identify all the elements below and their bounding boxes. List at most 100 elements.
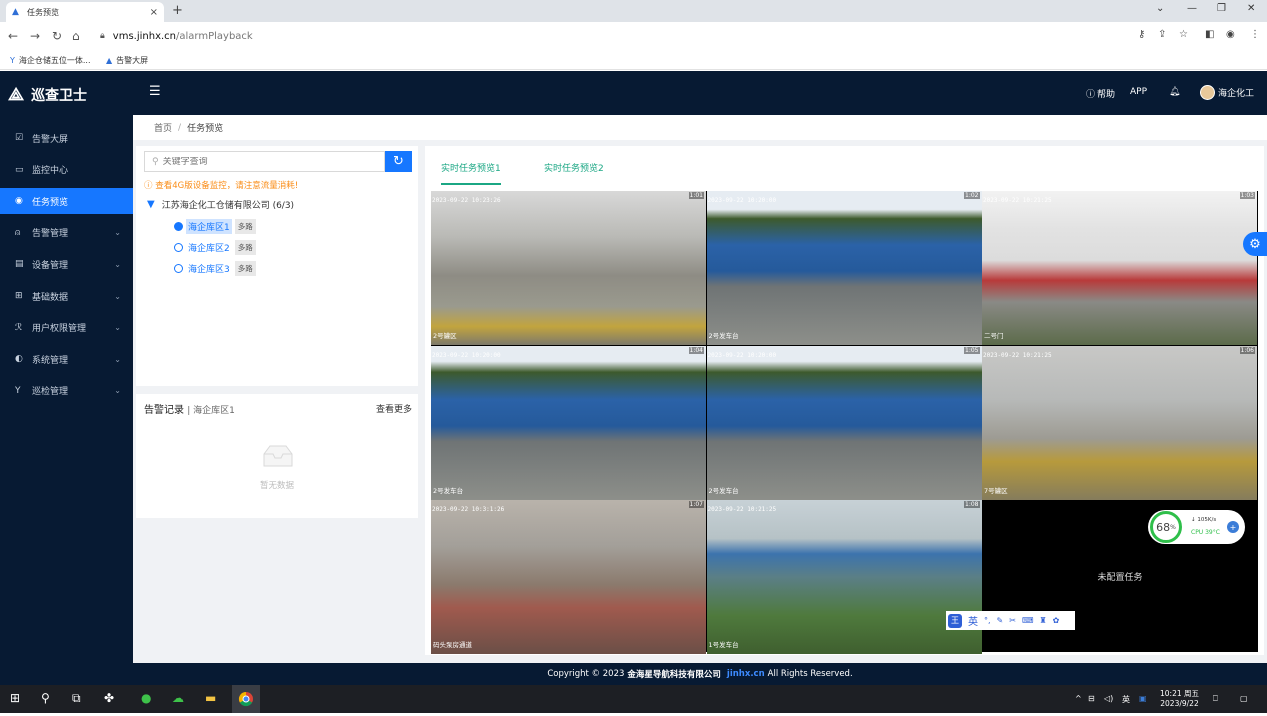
camera-feed[interactable]: 2023-09-22 10:21:25 7号罐区 1:06 — [982, 345, 1257, 500]
sidebar-item-label: 任务预览 — [32, 197, 69, 208]
bookmark-item[interactable]: Y 海企仓储五位一体... — [10, 55, 91, 66]
app-link[interactable]: APP — [1130, 87, 1147, 97]
windows-start-icon[interactable]: ⊞ — [10, 691, 20, 705]
menu-dots-icon[interactable]: ⋮ — [1250, 29, 1260, 40]
sidebar-item[interactable]: ◉ 任务预览 — [0, 188, 133, 215]
breadcrumb-home[interactable]: 首页 — [154, 121, 172, 134]
tab-search-icon[interactable]: ⌄ — [1156, 3, 1164, 14]
ime-scissors-icon[interactable]: ✂ — [1009, 616, 1016, 625]
bookmark-item[interactable]: ▲ 告警大屏 — [106, 55, 148, 66]
chevron-down-icon[interactable]: ⌄ — [114, 292, 121, 301]
sidebar-item[interactable]: ⍝ 告警管理 ⌄ — [0, 220, 133, 246]
footer-link[interactable]: jinhx.cn — [727, 669, 765, 679]
minimize-icon[interactable]: — — [1187, 3, 1197, 14]
ime-settings-icon[interactable]: ✿ — [1053, 616, 1060, 625]
app-green-icon[interactable]: ● — [141, 691, 151, 705]
user-menu[interactable]: 海企化工 — [1200, 85, 1254, 100]
sidebar-item[interactable]: ▭ 监控中心 — [0, 157, 133, 183]
back-icon[interactable]: ← — [8, 29, 18, 43]
tab-close-icon[interactable]: × — [150, 7, 158, 18]
radio-icon[interactable] — [174, 243, 183, 252]
camera-feed[interactable]: 2023-09-22 10:23:26 2号罐区 1:01 — [431, 191, 706, 345]
camera-feed[interactable]: 2023-09-22 10:21:25 1号发车台 1:08 — [706, 500, 982, 654]
home-icon[interactable]: ⌂ — [72, 29, 80, 43]
profile-icon[interactable]: ◉ — [1226, 29, 1235, 40]
tray-volume-icon[interactable]: ◁) — [1104, 694, 1113, 703]
ime-shirt-icon[interactable]: ♜ — [1040, 616, 1047, 625]
address-bar: ← → ↻ ⌂ 🔒︎ vms.jinhx.cn /alarmPlayback ⚷… — [0, 22, 1267, 50]
camera-feed[interactable]: 2023-09-22 10:21:25 二号门 1:03 — [982, 191, 1257, 345]
star-icon[interactable]: ☆ — [1179, 29, 1188, 40]
ime-mode[interactable]: 英 — [968, 613, 978, 628]
notification-center-icon[interactable]: ▢ — [1240, 694, 1248, 703]
chrome-taskbar-button[interactable] — [232, 685, 260, 713]
cpu-usage-ring: 68% — [1150, 511, 1182, 543]
task-view-icon[interactable]: ⧉ — [72, 691, 81, 706]
key-icon[interactable]: ⚷ — [1138, 29, 1145, 40]
window-close-icon[interactable]: ✕ — [1247, 3, 1255, 14]
tree-node[interactable]: 海企库区1 多路 — [174, 219, 256, 234]
tray-ime-icon[interactable]: ▣ — [1139, 694, 1147, 703]
chevron-down-icon[interactable]: ⌄ — [114, 260, 121, 269]
reload-icon[interactable]: ↻ — [52, 29, 62, 43]
ime-keyboard-icon[interactable]: ⌨ — [1022, 616, 1034, 625]
help-link[interactable]: ⓘ 帮助 — [1086, 87, 1115, 100]
alarm-subtitle: | 海企库区1 — [187, 406, 235, 416]
tab-realtime-preview-2[interactable]: 实时任务预览2 — [544, 161, 604, 174]
url-field[interactable]: 🔒︎ vms.jinhx.cn /alarmPlayback — [92, 26, 1132, 46]
tree-node-label: 海企库区3 — [188, 265, 230, 275]
ime-pen-icon[interactable]: ✎ — [997, 616, 1004, 625]
tree-node[interactable]: 海企库区2 多路 — [174, 240, 256, 255]
caret-down-icon[interactable]: ▼ — [147, 199, 155, 210]
warning-text: 查看4G版设备监控，请注意流量消耗! — [155, 181, 299, 191]
tray-network-icon[interactable]: ⊟ — [1088, 694, 1095, 703]
sidebar-item[interactable]: ◐ 系统管理 ⌄ — [0, 346, 133, 372]
cpu-monitor-widget[interactable]: 68% ↓ 105K/s CPU 39°C + — [1148, 510, 1245, 544]
search-input[interactable] — [162, 156, 363, 167]
system-clock[interactable]: 10:21 周五 2023/9/22 — [1160, 689, 1199, 709]
wechat-icon[interactable]: ☁ — [172, 691, 184, 705]
chevron-down-icon[interactable]: ⌄ — [114, 355, 121, 364]
settings-float-button[interactable]: ⚙ — [1243, 232, 1267, 256]
chevron-down-icon[interactable]: ⌄ — [114, 323, 121, 332]
file-explorer-icon[interactable]: ▬ — [205, 691, 216, 705]
sidepanel-icon[interactable]: ◧ — [1205, 29, 1214, 40]
new-tab-button[interactable]: + — [172, 3, 183, 18]
menu-toggle-icon[interactable]: ☰ — [149, 84, 161, 99]
maximize-icon[interactable]: ❐ — [1217, 3, 1226, 14]
tray-keyboard-icon[interactable]: ⎕ — [1213, 694, 1218, 704]
share-icon[interactable]: ⇪ — [1158, 29, 1166, 40]
radio-icon[interactable] — [174, 264, 183, 273]
tab-realtime-preview-1[interactable]: 实时任务预览1 — [441, 161, 501, 185]
camera-feed[interactable]: 2023-09-22 10:20:00 2号发车台 1:02 — [706, 191, 982, 345]
tree-root-node[interactable]: ▼ 江苏海企化工仓储有限公司 (6/3) — [147, 198, 294, 211]
sidebar-item[interactable]: ⊞ 基础数据 ⌄ — [0, 283, 133, 309]
sidebar-item[interactable]: Y 巡检管理 ⌄ — [0, 378, 133, 404]
tray-chevron-icon[interactable]: ^ — [1075, 694, 1082, 703]
tray-lang[interactable]: 英 — [1122, 694, 1130, 705]
ime-toolbar[interactable]: 王 英 °, ✎ ✂ ⌨ ♜ ✿ — [946, 611, 1075, 630]
main-content: 首页 / 任务预览 ⚲ ↻ ⓘ 查看4G版设备监控，请注意流量消耗! ▼ 江苏海… — [133, 115, 1267, 663]
camera-feed[interactable]: 2023-09-22 10:20:00 2号发车台 1:05 — [706, 345, 982, 500]
camera-feed[interactable]: 2023-09-22 10:3:1:26 码头泵房通道 1:07 — [431, 500, 706, 654]
search-field[interactable]: ⚲ — [144, 151, 385, 172]
view-more-link[interactable]: 查看更多 — [376, 402, 412, 415]
notification-bell-icon[interactable]: 🔔︎ — [1169, 87, 1180, 97]
sidebar-item[interactable]: ℛ 用户权限管理 ⌄ — [0, 315, 133, 341]
browser-tab[interactable]: ▲ 任务预览 × — [6, 2, 164, 22]
camera-feed[interactable]: 2023-09-22 10:20:00 2号发车台 1:04 — [431, 345, 706, 500]
refresh-button[interactable]: ↻ — [385, 151, 412, 172]
tree-node[interactable]: 海企库区3 多路 — [174, 261, 256, 276]
sidebar-item[interactable]: ▤ 设备管理 ⌄ — [0, 251, 133, 277]
app-pinwheel-icon[interactable]: ✤ — [104, 691, 114, 705]
app-logo[interactable]: ⟁ 巡查卫士 — [8, 84, 87, 105]
widget-plus-icon[interactable]: + — [1227, 521, 1239, 533]
forward-icon[interactable]: → — [30, 29, 40, 43]
taskbar-search-icon[interactable]: ⚲ — [41, 691, 50, 705]
chevron-down-icon[interactable]: ⌄ — [114, 228, 121, 237]
ime-punct-icon[interactable]: °, — [984, 616, 991, 625]
chevron-down-icon[interactable]: ⌄ — [114, 386, 121, 395]
sidebar: ☑ 告警大屏 ▭ 监控中心 ◉ 任务预览 ⍝ 告警管理 ⌄ ▤ 设备管理 ⌄ ⊞ 基础数据 ⌄ ℛ 用户权限管理… — [0, 115, 133, 663]
radio-checked-icon[interactable] — [174, 222, 183, 231]
sidebar-item[interactable]: ☑ 告警大屏 — [0, 125, 133, 151]
